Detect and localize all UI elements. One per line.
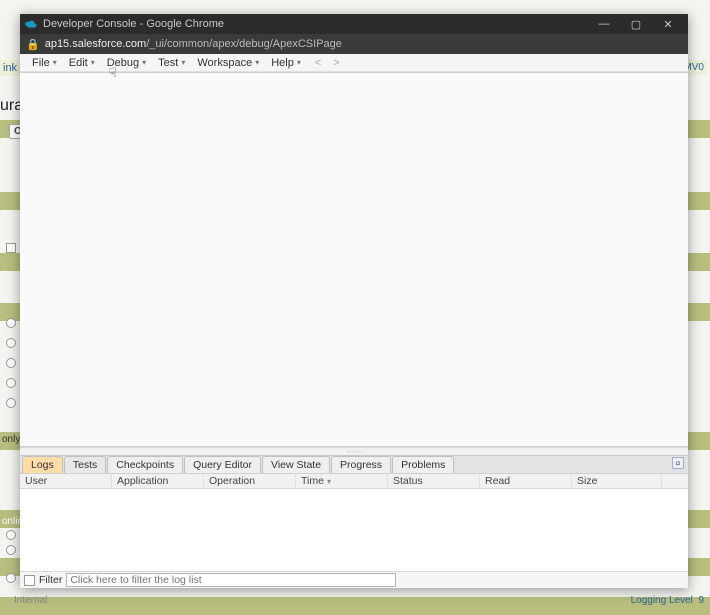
editor-workspace[interactable] [20,73,688,447]
minimize-button[interactable]: — [588,14,620,34]
browser-window: Developer Console - Google Chrome — ▢ ✕ … [20,14,688,588]
caret-down-icon: ▾ [53,58,57,67]
panel-resize-handle[interactable]: ····· [20,447,688,455]
column-read[interactable]: Read [480,474,572,488]
column-status[interactable]: Status [388,474,480,488]
logs-grid-body[interactable] [20,489,688,571]
tab-checkpoints[interactable]: Checkpoints [107,456,183,473]
bg-radio [6,573,16,583]
bg-radio [6,530,16,540]
url-path: /_ui/common/apex/debug/ApexCSIPage [146,38,342,50]
footer-internal-label: Internal [14,595,47,606]
menu-test[interactable]: Test▾ [152,55,191,71]
column-application[interactable]: Application [112,474,204,488]
footer-logging-level: Logging Level 9 [631,595,704,606]
filter-checkbox[interactable] [24,575,35,586]
logs-grid-header: User Application Operation Time▾ Status … [20,473,688,489]
column-size[interactable]: Size [572,474,662,488]
filter-label: Filter [39,574,62,586]
menu-help[interactable]: Help▾ [265,55,307,71]
menu-workspace[interactable]: Workspace▾ [191,55,265,71]
caret-down-icon: ▾ [255,58,259,67]
address-bar[interactable]: 🔒 ap15.salesforce.com/_ui/common/apex/de… [20,34,688,54]
maximize-button[interactable]: ▢ [620,14,652,34]
window-title: Developer Console - Google Chrome [43,18,224,30]
bg-checkbox [6,243,16,253]
tab-problems[interactable]: Problems [392,456,454,473]
column-operation[interactable]: Operation [204,474,296,488]
nav-forward-button[interactable]: > [331,57,341,69]
logs-filter-bar: Filter [20,571,688,588]
tab-tests[interactable]: Tests [64,456,107,473]
window-titlebar[interactable]: Developer Console - Google Chrome — ▢ ✕ [20,14,688,34]
url-host: ap15.salesforce.com [45,38,147,50]
menu-edit[interactable]: Edit▾ [63,55,101,71]
filter-input[interactable] [66,573,396,587]
nav-back-button[interactable]: < [313,57,323,69]
bottom-panel-tabs: Logs Tests Checkpoints Query Editor View… [20,455,688,473]
bg-radio [6,378,16,388]
menu-debug[interactable]: Debug▾ ☟ [101,55,152,71]
tab-view-state[interactable]: View State [262,456,330,473]
tab-progress[interactable]: Progress [331,456,391,473]
tab-logs[interactable]: Logs [22,456,63,473]
lock-icon: 🔒 [26,38,40,51]
panel-collapse-button[interactable]: ¤ [672,457,684,469]
dev-console-menubar: File▾ Edit▾ Debug▾ ☟ Test▾ Workspace▾ He… [20,54,688,72]
column-time[interactable]: Time▾ [296,474,388,488]
caret-down-icon: ▾ [297,58,301,67]
caret-down-icon: ▾ [142,58,146,67]
bg-radio [6,358,16,368]
bg-radio [6,545,16,555]
tab-query-editor[interactable]: Query Editor [184,456,261,473]
column-user[interactable]: User [20,474,112,488]
salesforce-cloud-icon [24,17,38,31]
caret-down-icon: ▾ [91,58,95,67]
column-spacer [662,474,688,488]
close-button[interactable]: ✕ [652,14,684,34]
menu-file[interactable]: File▾ [26,55,63,71]
bg-radio [6,338,16,348]
caret-down-icon: ▾ [181,58,185,67]
sort-desc-icon: ▾ [327,477,331,486]
bg-radio [6,318,16,328]
bg-radio [6,398,16,408]
